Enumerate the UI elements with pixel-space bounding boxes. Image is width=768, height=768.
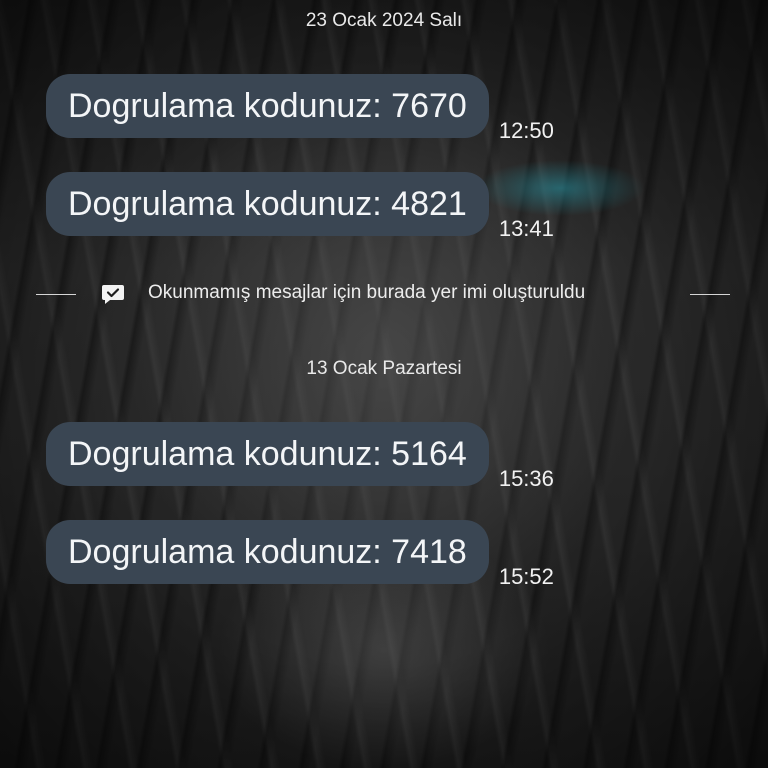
unread-bookmark-notice: Okunmamış mesajlar için burada yer imi o… [0, 280, 768, 310]
message-time: 13:41 [498, 216, 554, 241]
date-separator: 13 Ocak Pazartesi [306, 358, 462, 379]
message-bubble[interactable]: Dogrulama kodunuz: 7418 [46, 520, 489, 584]
message-time: 15:52 [498, 564, 554, 589]
message-row: Dogrulama kodunuz: 4821 13:41 [46, 172, 554, 241]
bookmark-notice-text: Okunmamış mesajlar için burada yer imi o… [148, 282, 586, 303]
message-row: Dogrulama kodunuz: 5164 15:36 [46, 422, 554, 491]
date-separator: 23 Ocak 2024 Salı [305, 10, 463, 31]
message-bubble[interactable]: Dogrulama kodunuz: 7670 [46, 74, 489, 138]
divider-line [690, 294, 730, 295]
message-time: 15:36 [498, 466, 554, 491]
divider-line [36, 294, 76, 295]
message-row: Dogrulama kodunuz: 7418 15:52 [46, 520, 554, 589]
message-bubble[interactable]: Dogrulama kodunuz: 4821 [46, 172, 489, 236]
bookmark-check-icon [102, 285, 124, 304]
message-row: Dogrulama kodunuz: 7670 12:50 [46, 74, 554, 143]
message-time: 12:50 [498, 118, 554, 143]
message-bubble[interactable]: Dogrulama kodunuz: 5164 [46, 422, 489, 486]
